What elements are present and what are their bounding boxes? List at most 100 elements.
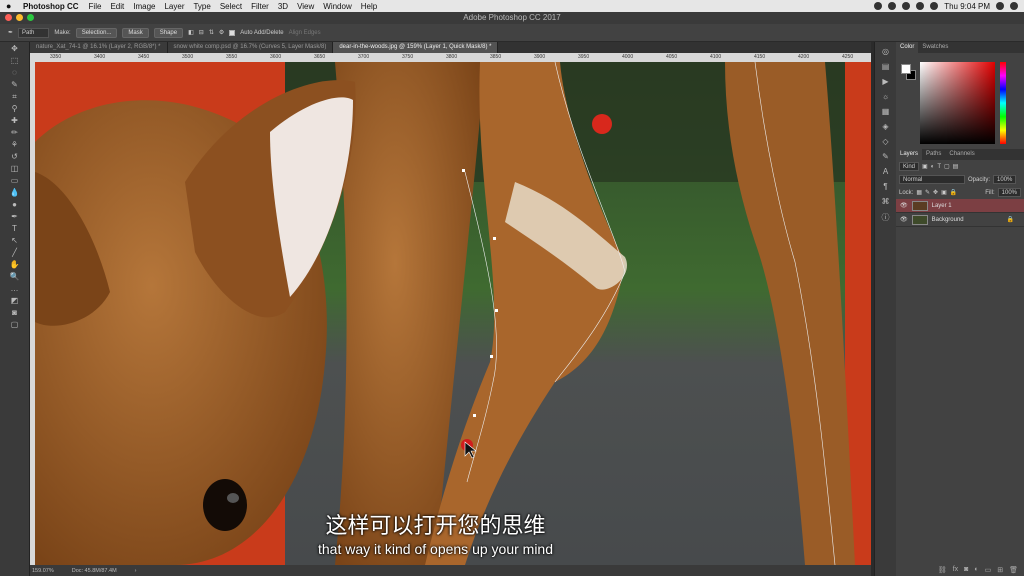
line-tool-icon[interactable]: ╱ xyxy=(8,247,22,258)
mask-icon[interactable]: ◙ xyxy=(964,566,968,574)
menu-view[interactable]: View xyxy=(297,2,314,11)
more-tools-icon[interactable]: … xyxy=(8,283,22,294)
history-icon[interactable]: ◎ xyxy=(880,47,892,57)
kind-filter[interactable]: Kind xyxy=(899,162,920,171)
type-tool-icon[interactable]: T xyxy=(8,223,22,234)
close-icon[interactable] xyxy=(5,14,12,21)
mask-button[interactable]: Mask xyxy=(122,27,149,38)
status-icon[interactable] xyxy=(888,2,897,10)
quick-mask-icon[interactable]: ◙ xyxy=(8,307,22,318)
auto-add-checkbox[interactable] xyxy=(229,29,236,36)
hand-tool-icon[interactable]: ✋ xyxy=(8,259,22,270)
path-alignment-icon[interactable]: ⊟ xyxy=(199,29,204,36)
hue-slider[interactable] xyxy=(1000,62,1006,144)
visibility-eye-icon[interactable]: 👁 xyxy=(900,202,908,209)
filter-smart-icon[interactable]: ▤ xyxy=(953,163,959,170)
layer-name[interactable]: Background xyxy=(932,217,964,223)
color-picker-field[interactable] xyxy=(920,62,995,144)
gradient-tool-icon[interactable]: ▭ xyxy=(8,175,22,186)
libraries-icon[interactable]: ▦ xyxy=(880,107,892,117)
properties-icon[interactable]: ▤ xyxy=(880,62,892,72)
minimize-icon[interactable] xyxy=(16,14,23,21)
move-tool-icon[interactable]: ✥ xyxy=(8,43,22,54)
app-menu[interactable]: Photoshop CC xyxy=(23,2,79,11)
lock-all-icon[interactable]: 🔒 xyxy=(950,189,957,196)
tab-swatches[interactable]: Swatches xyxy=(918,42,952,53)
doc-size[interactable]: Doc: 45.8M/87.4M xyxy=(72,568,117,574)
fx-icon[interactable]: fx xyxy=(953,566,958,574)
eraser-icon[interactable]: ◫ xyxy=(8,163,22,174)
list-icon[interactable] xyxy=(1010,2,1018,10)
tab-channels[interactable]: Channels xyxy=(945,149,978,160)
clone-stamp-icon[interactable]: ⚘ xyxy=(8,139,22,150)
menu-file[interactable]: File xyxy=(89,2,102,11)
actions-icon[interactable]: ▶ xyxy=(880,77,892,87)
path-select-icon[interactable]: ↖ xyxy=(8,235,22,246)
path-operations-icon[interactable]: ◧ xyxy=(188,29,194,36)
zoom-level[interactable]: 159.07% xyxy=(32,568,54,574)
eyedropper-icon[interactable]: ⚲ xyxy=(8,103,22,114)
filter-adjust-icon[interactable]: ◐ xyxy=(931,164,935,170)
pen-tool-icon[interactable]: ✒ xyxy=(8,29,13,36)
paragraph-icon[interactable]: ¶ xyxy=(880,182,892,192)
wifi-icon[interactable] xyxy=(902,2,911,10)
menu-edit[interactable]: Edit xyxy=(110,2,124,11)
brush-tool-icon[interactable]: ✏ xyxy=(8,127,22,138)
tab-color[interactable]: Color xyxy=(896,42,919,53)
marquee-tool-icon[interactable]: ⬚ xyxy=(8,55,22,66)
battery-icon[interactable] xyxy=(930,2,939,10)
lock-paint-icon[interactable]: ✎ xyxy=(925,189,930,196)
adjustment-layer-icon[interactable]: ◐ xyxy=(974,566,978,574)
lock-position-icon[interactable]: ✥ xyxy=(933,189,938,196)
dodge-tool-icon[interactable]: ● xyxy=(8,199,22,210)
brush-settings-icon[interactable]: ✎ xyxy=(880,152,892,162)
tab-snow-white[interactable]: snow white comp.psd @ 16.7% (Curves 5, L… xyxy=(167,42,334,53)
menu-help[interactable]: Help xyxy=(361,2,377,11)
menu-window[interactable]: Window xyxy=(323,2,351,11)
lock-pixels-icon[interactable]: ▦ xyxy=(916,189,922,196)
link-icon[interactable]: ⛓ xyxy=(938,566,947,574)
menu-layer[interactable]: Layer xyxy=(164,2,184,11)
maximize-icon[interactable] xyxy=(27,14,34,21)
chevron-right-icon[interactable]: › xyxy=(135,568,137,574)
clock[interactable]: Thu 9:04 PM xyxy=(944,2,990,11)
blur-tool-icon[interactable]: 💧 xyxy=(8,187,22,198)
visibility-eye-icon[interactable]: 👁 xyxy=(900,216,908,223)
color-swatches-icon[interactable]: ◩ xyxy=(8,295,22,306)
layer-row[interactable]: 👁 Background 🔒 xyxy=(896,213,1024,227)
apple-icon[interactable]: ● xyxy=(6,1,15,11)
layer-row[interactable]: 👁 Layer 1 xyxy=(896,199,1024,213)
history-brush-icon[interactable]: ↺ xyxy=(8,151,22,162)
search-icon[interactable] xyxy=(996,2,1004,10)
folder-icon[interactable]: ▭ xyxy=(985,566,992,574)
gear-icon[interactable]: ⚙ xyxy=(219,29,224,36)
pen-mode-select[interactable]: Path xyxy=(18,27,50,38)
lock-artboard-icon[interactable]: ▣ xyxy=(941,189,947,196)
layer-name[interactable]: Layer 1 xyxy=(932,203,952,209)
tab-nature[interactable]: nature_Xat_74-1 @ 16.1% (Layer 2, RGB/8*… xyxy=(30,42,168,53)
pen-tool-icon[interactable]: ✒ xyxy=(8,211,22,222)
menu-3d[interactable]: 3D xyxy=(278,2,288,11)
menu-filter[interactable]: Filter xyxy=(251,2,269,11)
screen-mode-icon[interactable]: ▢ xyxy=(8,319,22,330)
path-arrangement-icon[interactable]: ⇅ xyxy=(209,29,214,36)
character-icon[interactable]: A xyxy=(880,167,892,177)
filter-pixel-icon[interactable]: ▣ xyxy=(922,163,928,170)
volume-icon[interactable] xyxy=(916,2,925,10)
opacity-input[interactable]: 100% xyxy=(993,175,1017,184)
shape-button[interactable]: Shape xyxy=(153,27,184,38)
zoom-tool-icon[interactable]: 🔍 xyxy=(8,271,22,282)
quick-select-icon[interactable]: ✎ xyxy=(8,79,22,90)
adjustments-icon[interactable]: ☼ xyxy=(880,92,892,102)
glyphs-icon[interactable]: ⌘ xyxy=(880,197,892,207)
menu-type[interactable]: Type xyxy=(193,2,210,11)
layers-icon[interactable]: ◈ xyxy=(880,122,892,132)
fill-input[interactable]: 100% xyxy=(997,188,1021,197)
selection-button[interactable]: Selection... xyxy=(75,27,118,38)
info-icon[interactable]: ⓘ xyxy=(880,212,892,222)
blend-mode-select[interactable]: Normal xyxy=(899,175,965,184)
dropbox-icon[interactable] xyxy=(874,2,883,10)
menu-select[interactable]: Select xyxy=(220,2,242,11)
new-layer-icon[interactable]: ⊞ xyxy=(997,566,1003,574)
filter-type-icon[interactable]: T xyxy=(937,164,941,170)
